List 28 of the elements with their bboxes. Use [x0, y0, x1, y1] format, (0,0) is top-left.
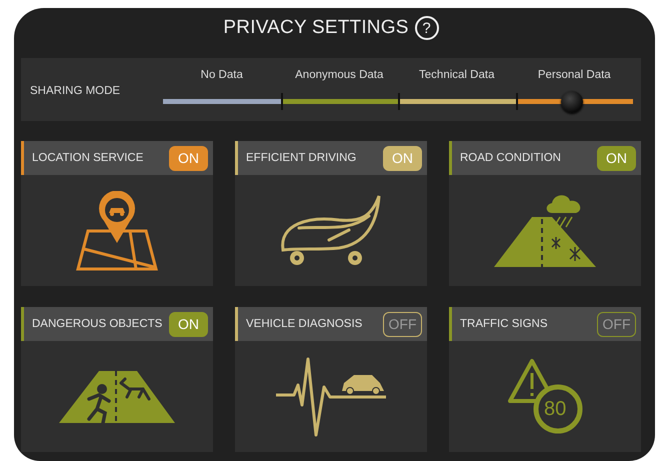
card-title: TRAFFIC SIGNS: [460, 318, 548, 330]
card-title: DANGEROUS OBJECTS: [32, 318, 162, 330]
toggle-button[interactable]: OFF: [383, 312, 422, 336]
toggle-button[interactable]: ON: [169, 146, 208, 170]
toggle-button[interactable]: ON: [597, 146, 636, 170]
card-title: EFFICIENT DRIVING: [246, 152, 356, 164]
sharing-option-label[interactable]: No Data: [163, 68, 280, 80]
road-weather-icon: [492, 192, 598, 268]
slider-thumb[interactable]: [560, 90, 583, 112]
sharing-option-label[interactable]: Anonymous Data: [280, 68, 398, 80]
sharing-slider-track[interactable]: [163, 90, 633, 112]
sharing-option-label[interactable]: Technical Data: [398, 68, 516, 80]
help-icon[interactable]: ?: [414, 16, 439, 40]
toggle-button[interactable]: ON: [383, 146, 422, 170]
card-title: VEHICLE DIAGNOSIS: [246, 318, 362, 330]
toggle-button[interactable]: OFF: [597, 312, 636, 336]
sharing-option-label[interactable]: Personal Data: [516, 68, 633, 80]
card-title: LOCATION SERVICE: [32, 152, 144, 164]
warning-sign-icon: [506, 356, 584, 436]
heartbeat-car-icon: [274, 356, 388, 436]
leaf-car-icon: [279, 194, 383, 268]
card-title: ROAD CONDITION: [460, 152, 561, 164]
map-pin-icon: [74, 190, 160, 270]
road-hazard-icon: [59, 368, 175, 424]
sharing-mode-label: SHARING MODE: [30, 84, 122, 96]
speed-limit-text: 80: [544, 396, 566, 420]
toggle-button[interactable]: ON: [169, 312, 208, 336]
window-title: PRIVACY SETTINGS: [223, 17, 409, 39]
